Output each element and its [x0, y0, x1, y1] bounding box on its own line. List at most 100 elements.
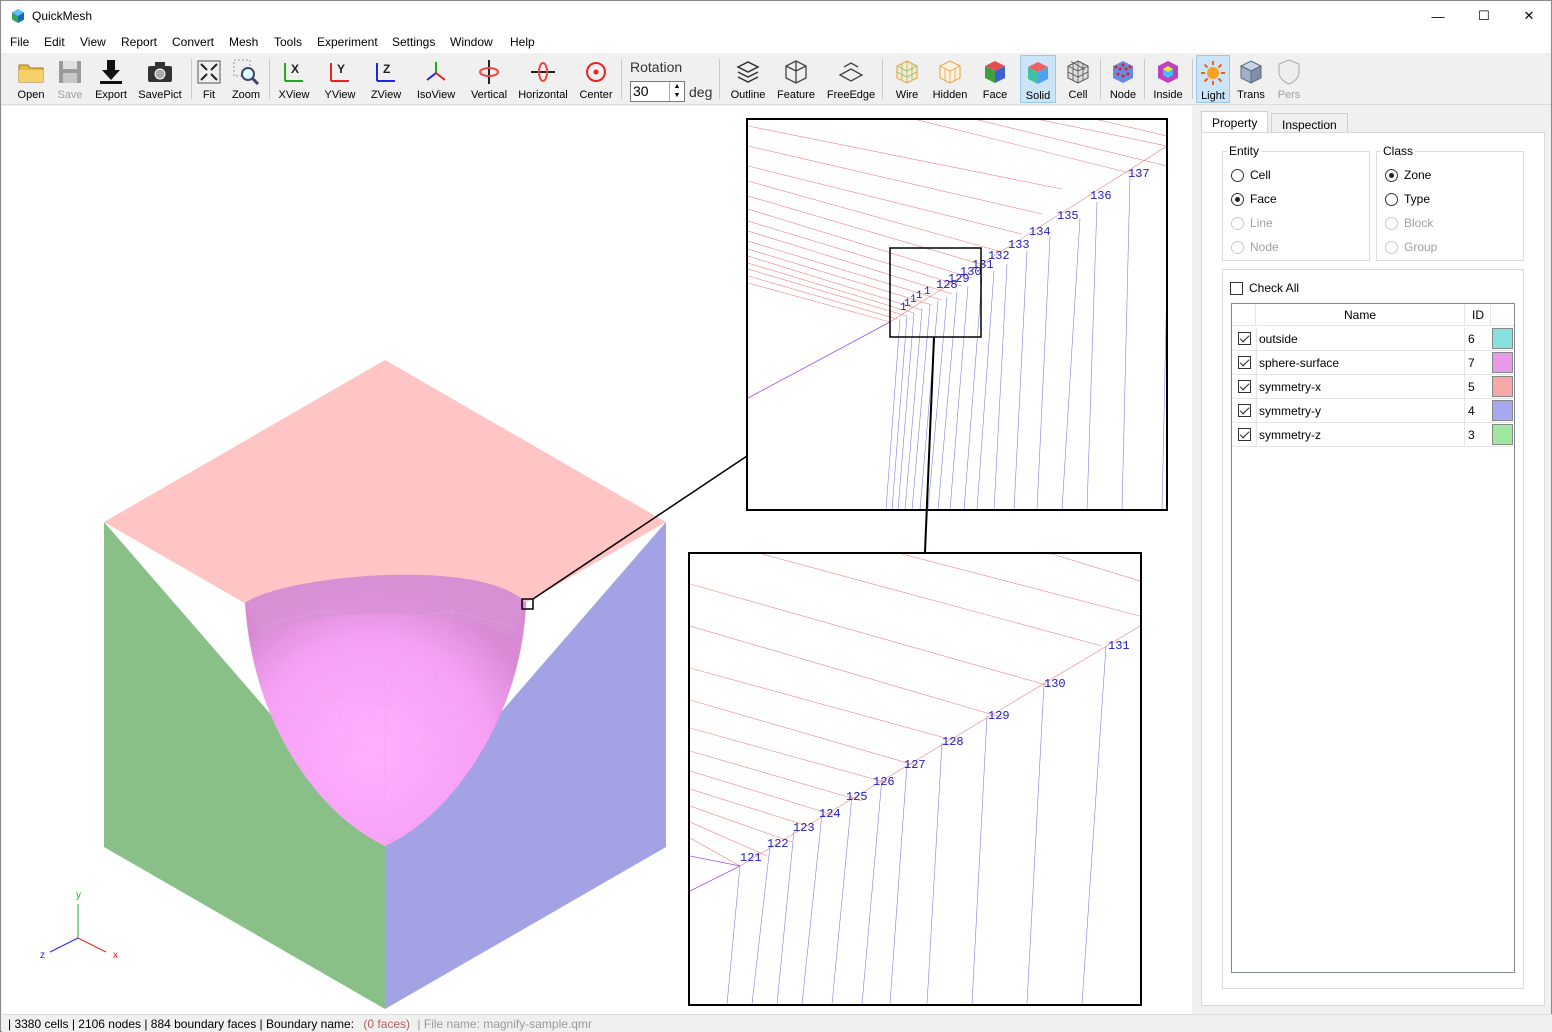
- menu-report[interactable]: Report: [121, 35, 157, 49]
- vertical-rotate-icon: [479, 60, 499, 84]
- trans-button[interactable]: Trans: [1234, 55, 1268, 103]
- minimize-button[interactable]: —: [1415, 1, 1461, 31]
- light-button[interactable]: Light: [1196, 55, 1230, 103]
- solid-button[interactable]: Solid: [1020, 55, 1056, 103]
- axis-y-label: y: [76, 890, 81, 901]
- zoom-button[interactable]: Zoom: [229, 55, 263, 103]
- menu-file[interactable]: File: [10, 35, 29, 49]
- toolbar-separator: [269, 59, 270, 99]
- boundary-name: (0 faces): [363, 1017, 411, 1031]
- menu-help[interactable]: Help: [510, 35, 535, 49]
- menu-window[interactable]: Window: [450, 35, 493, 49]
- class-group: Class Zone Type Block Group: [1376, 144, 1524, 261]
- cell-button[interactable]: Cell: [1062, 55, 1094, 103]
- maximize-button[interactable]: ☐: [1461, 1, 1507, 31]
- export-button[interactable]: Export: [91, 55, 131, 103]
- zone-color-swatch[interactable]: [1492, 328, 1513, 349]
- zone-id: 5: [1468, 380, 1475, 394]
- class-type-radio[interactable]: Type: [1385, 192, 1430, 206]
- fit-button[interactable]: Fit: [195, 55, 223, 103]
- row-checkbox[interactable]: [1238, 428, 1251, 441]
- node-label: 136: [1090, 189, 1112, 203]
- savepict-button[interactable]: SavePict: [135, 55, 185, 103]
- pers-button[interactable]: Pers: [1274, 55, 1304, 103]
- zone-color-swatch[interactable]: [1492, 352, 1513, 373]
- save-button[interactable]: Save: [53, 55, 87, 103]
- class-group-radio[interactable]: Group: [1385, 240, 1437, 254]
- menu-edit[interactable]: Edit: [44, 35, 65, 49]
- rotation-label: Rotation: [630, 59, 683, 75]
- entity-node-radio[interactable]: Node: [1231, 240, 1279, 254]
- mesh-stats: | 3380 cells | 2106 nodes | 884 boundary…: [8, 1017, 355, 1031]
- menu-settings[interactable]: Settings: [392, 35, 435, 49]
- property-panel: Property Inspection Entity Cell Face Lin…: [1193, 106, 1551, 1014]
- menu-bar: File Edit View Report Convert Mesh Tools…: [1, 31, 1551, 53]
- node-label: 134: [1029, 225, 1051, 239]
- outline-button[interactable]: Outline: [728, 55, 768, 103]
- toolbar-separator: [1100, 59, 1101, 99]
- table-row[interactable]: symmetry-x 5: [1232, 375, 1514, 399]
- close-button[interactable]: ✕: [1506, 1, 1552, 31]
- face-button[interactable]: Face: [978, 55, 1012, 103]
- menu-experiment[interactable]: Experiment: [317, 35, 378, 49]
- menu-mesh[interactable]: Mesh: [229, 35, 258, 49]
- zone-color-swatch[interactable]: [1492, 400, 1513, 421]
- center-button[interactable]: Center: [577, 55, 615, 103]
- row-checkbox[interactable]: [1238, 332, 1251, 345]
- graphics-viewport[interactable]: 137 136 135 134 133 132 131 130 129 128 …: [2, 106, 1192, 1014]
- check-all-checkbox[interactable]: Check All: [1230, 281, 1299, 295]
- hidden-button[interactable]: Hidden: [930, 55, 970, 103]
- entity-line-radio[interactable]: Line: [1231, 216, 1273, 230]
- horizontal-rotate-button[interactable]: Horizontal: [515, 55, 571, 103]
- open-button[interactable]: Open: [13, 55, 49, 103]
- menu-convert[interactable]: Convert: [172, 35, 214, 49]
- inside-button[interactable]: Inside: [1150, 55, 1186, 103]
- face-cube-icon: [985, 61, 1005, 83]
- folder-icon: [18, 64, 44, 83]
- zview-button[interactable]: Z ZView: [367, 55, 405, 103]
- entity-cell-radio[interactable]: Cell: [1231, 168, 1271, 182]
- wire-button[interactable]: Wire: [890, 55, 924, 103]
- column-name-header[interactable]: Name: [1344, 308, 1376, 322]
- row-checkbox[interactable]: [1238, 380, 1251, 393]
- zone-id: 4: [1468, 404, 1475, 418]
- node-label: 123: [793, 821, 815, 835]
- rotation-spinner[interactable]: ▲ ▼: [669, 82, 684, 101]
- node-button[interactable]: Node: [1108, 55, 1138, 103]
- table-row[interactable]: sphere-surface 7: [1232, 351, 1514, 375]
- table-row[interactable]: symmetry-y 4: [1232, 399, 1514, 423]
- column-id-header[interactable]: ID: [1472, 308, 1484, 322]
- yview-button[interactable]: Y YView: [321, 55, 359, 103]
- zone-color-swatch[interactable]: [1492, 424, 1513, 445]
- entity-face-radio[interactable]: Face: [1231, 192, 1277, 206]
- node-label: 137: [1128, 167, 1150, 181]
- class-zone-radio[interactable]: Zone: [1385, 168, 1431, 182]
- menu-view[interactable]: View: [80, 35, 106, 49]
- feature-button[interactable]: Feature: [774, 55, 818, 103]
- vertical-rotate-button[interactable]: Vertical: [467, 55, 511, 103]
- window-title: QuickMesh: [32, 9, 93, 23]
- node-label: 128: [942, 735, 964, 749]
- class-block-radio[interactable]: Block: [1385, 216, 1433, 230]
- table-row[interactable]: symmetry-z 3: [1232, 423, 1514, 447]
- menu-tools[interactable]: Tools: [274, 35, 302, 49]
- zone-color-swatch[interactable]: [1492, 376, 1513, 397]
- table-row[interactable]: outside 6: [1232, 327, 1514, 351]
- svg-text:Y: Y: [337, 62, 345, 76]
- hidden-line-icon: [939, 60, 961, 84]
- tab-property[interactable]: Property: [1201, 111, 1269, 133]
- xview-button[interactable]: X XView: [275, 55, 313, 103]
- node-label: 135: [1057, 209, 1079, 223]
- freeedge-button[interactable]: FreeEdge: [826, 55, 876, 103]
- isoview-button[interactable]: IsoView: [413, 55, 459, 103]
- row-checkbox[interactable]: [1238, 356, 1251, 369]
- cell-mesh-icon: [1067, 60, 1089, 84]
- row-checkbox[interactable]: [1238, 404, 1251, 417]
- magnifier-icon: [233, 59, 260, 86]
- magnifier-panel-1: 137 136 135 134 133 132 131 130 129 128 …: [746, 118, 1168, 553]
- tab-inspection[interactable]: Inspection: [1271, 113, 1348, 133]
- shield-icon: [1278, 59, 1300, 85]
- rotation-unit: deg: [689, 84, 713, 100]
- camera-icon: [148, 62, 172, 82]
- inside-cube-icon: [1158, 61, 1178, 83]
